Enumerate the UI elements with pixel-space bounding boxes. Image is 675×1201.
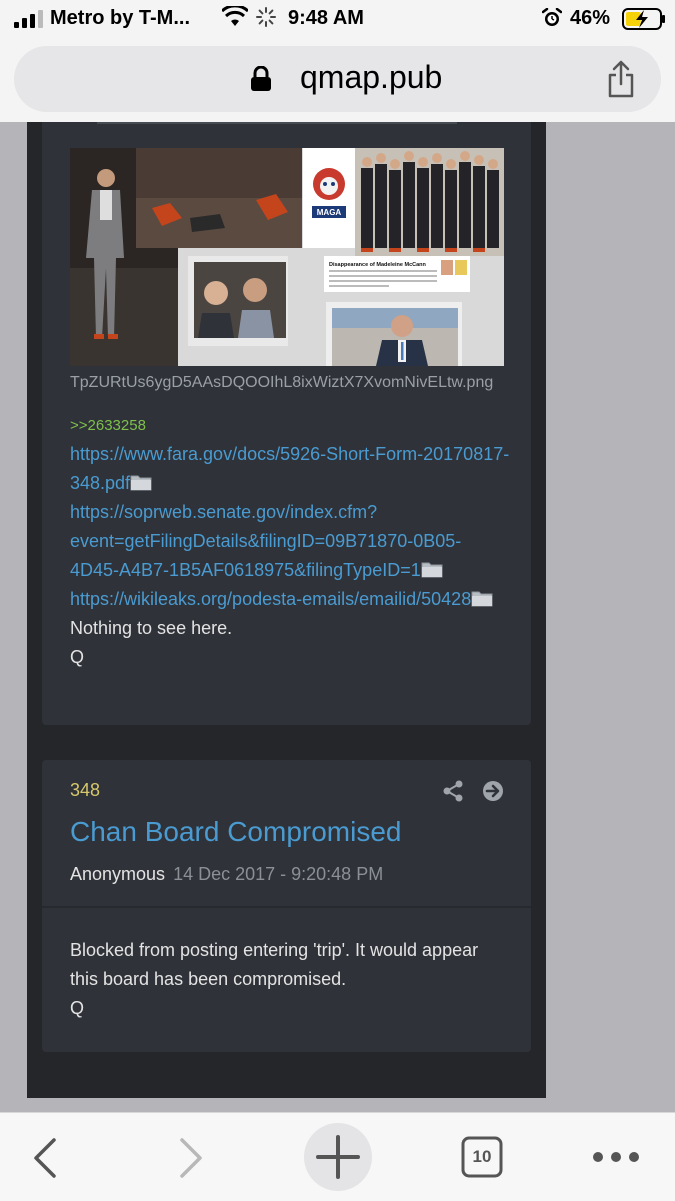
post-body: Blocked from posting entering 'trip'. It… (70, 936, 500, 1023)
post-card: 348 Chan Board Compromised Anonymous 14 D… (42, 760, 531, 1052)
lock-icon (251, 66, 271, 91)
forward-icon[interactable] (176, 1137, 206, 1179)
post-signature: Q (70, 647, 85, 667)
new-tab-button[interactable] (304, 1123, 372, 1191)
wifi-icon (222, 6, 248, 26)
folder-icon[interactable] (471, 589, 493, 607)
signal-icon (14, 10, 43, 28)
plus-icon (316, 1135, 360, 1179)
share-icon[interactable] (442, 780, 464, 802)
post-body: >>2633258 https://www.fara.gov/docs/5926… (70, 410, 510, 672)
browser-toolbar: 10 (0, 1112, 675, 1201)
folder-icon[interactable] (130, 473, 152, 491)
source-link-wikileaks[interactable]: https://wikileaks.org/podesta-emails/ema… (70, 589, 471, 609)
divider (42, 906, 531, 908)
reply-reference-link[interactable]: >>2633258 (70, 417, 146, 434)
status-bar: Metro by T-M... 9:48 AM 46% (0, 0, 675, 38)
post-text: Blocked from posting entering 'trip'. It… (70, 940, 479, 989)
post-author: Anonymous (70, 864, 166, 884)
arrow-right-icon[interactable] (482, 780, 504, 802)
loading-spinner-icon (256, 7, 276, 27)
tab-count: 10 (472, 1147, 492, 1166)
post-number: 348 (70, 780, 101, 800)
battery-charging-icon (622, 8, 665, 30)
alarm-icon (542, 8, 562, 26)
source-link-senate[interactable]: https://soprweb.senate.gov/index.cfm?eve… (70, 502, 461, 580)
more-icon[interactable] (590, 1149, 642, 1165)
page-viewport[interactable]: MAGA Disappearance of Madeleine McCann T… (0, 122, 675, 1112)
share-icon[interactable] (606, 60, 636, 98)
back-icon[interactable] (30, 1137, 60, 1179)
battery-percent: 46% (570, 7, 611, 29)
clock: 9:48 AM (288, 7, 364, 29)
carrier-name: Metro by T-M... (50, 7, 190, 29)
maga-logo-text: MAGA (317, 208, 342, 217)
posts-column: MAGA Disappearance of Madeleine McCann T… (27, 122, 546, 1098)
url-domain[interactable]: qmap.pub (300, 59, 442, 96)
post-title[interactable]: Chan Board Compromised (70, 816, 402, 848)
post-signature: Q (70, 998, 85, 1018)
image-filename-link[interactable]: TpZURtUs6ygD5AAsDQOOIhL8ixWiztX7XvomNivE… (70, 374, 493, 392)
divider (97, 122, 457, 124)
address-bar[interactable]: qmap.pub (14, 46, 661, 112)
collage-article-title: Disappearance of Madeleine McCann (329, 262, 427, 268)
tabs-button[interactable]: 10 (460, 1135, 504, 1179)
post-date: 14 Dec 2017 - 9:20:48 PM (173, 864, 384, 884)
post-image-collage[interactable]: MAGA Disappearance of Madeleine McCann (70, 148, 504, 366)
folder-icon[interactable] (421, 560, 443, 578)
post-text-line: Nothing to see here. (70, 618, 233, 638)
post-meta: Anonymous 14 Dec 2017 - 9:20:48 PM (70, 864, 383, 885)
post-card: MAGA Disappearance of Madeleine McCann T… (42, 122, 531, 725)
